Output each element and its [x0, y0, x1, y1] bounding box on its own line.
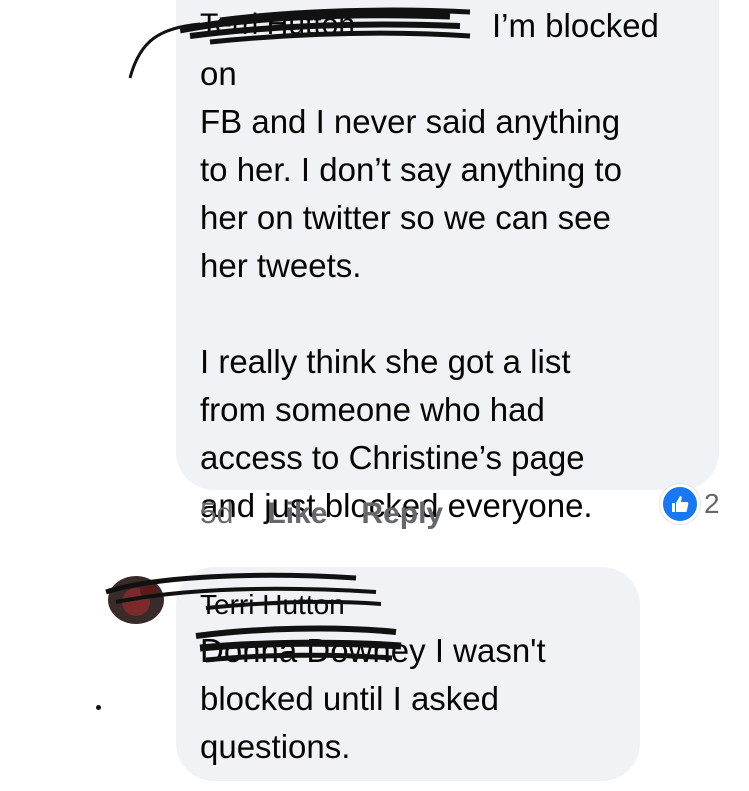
- comment-actions: 5d Like Reply: [200, 497, 443, 531]
- comment-body: I’m blocked on FB and I never said anyth…: [200, 7, 659, 524]
- reaction-summary[interactable]: 2: [660, 484, 720, 524]
- stray-dot: [96, 705, 101, 710]
- reaction-count: 2: [704, 488, 720, 519]
- comment-bubble: Terri Hutton I’m blocked on FB and I nev…: [176, 0, 719, 524]
- reply-button[interactable]: Reply: [361, 497, 443, 531]
- mention-link[interactable]: Donna Downey: [200, 632, 426, 669]
- comment-timestamp: 5d: [200, 497, 234, 530]
- comment-text: I’m blocked on FB and I never said anyth…: [200, 2, 700, 530]
- comment-author-name[interactable]: Terri Hutton: [200, 589, 345, 621]
- thumbs-up-icon: [660, 484, 700, 524]
- comment-text: Donna Downey I wasn't blocked until I as…: [200, 627, 630, 771]
- like-button[interactable]: Like: [267, 497, 327, 531]
- avatar[interactable]: [108, 576, 164, 624]
- comment-bubble: Terri Hutton Donna Downey I wasn't block…: [176, 567, 640, 781]
